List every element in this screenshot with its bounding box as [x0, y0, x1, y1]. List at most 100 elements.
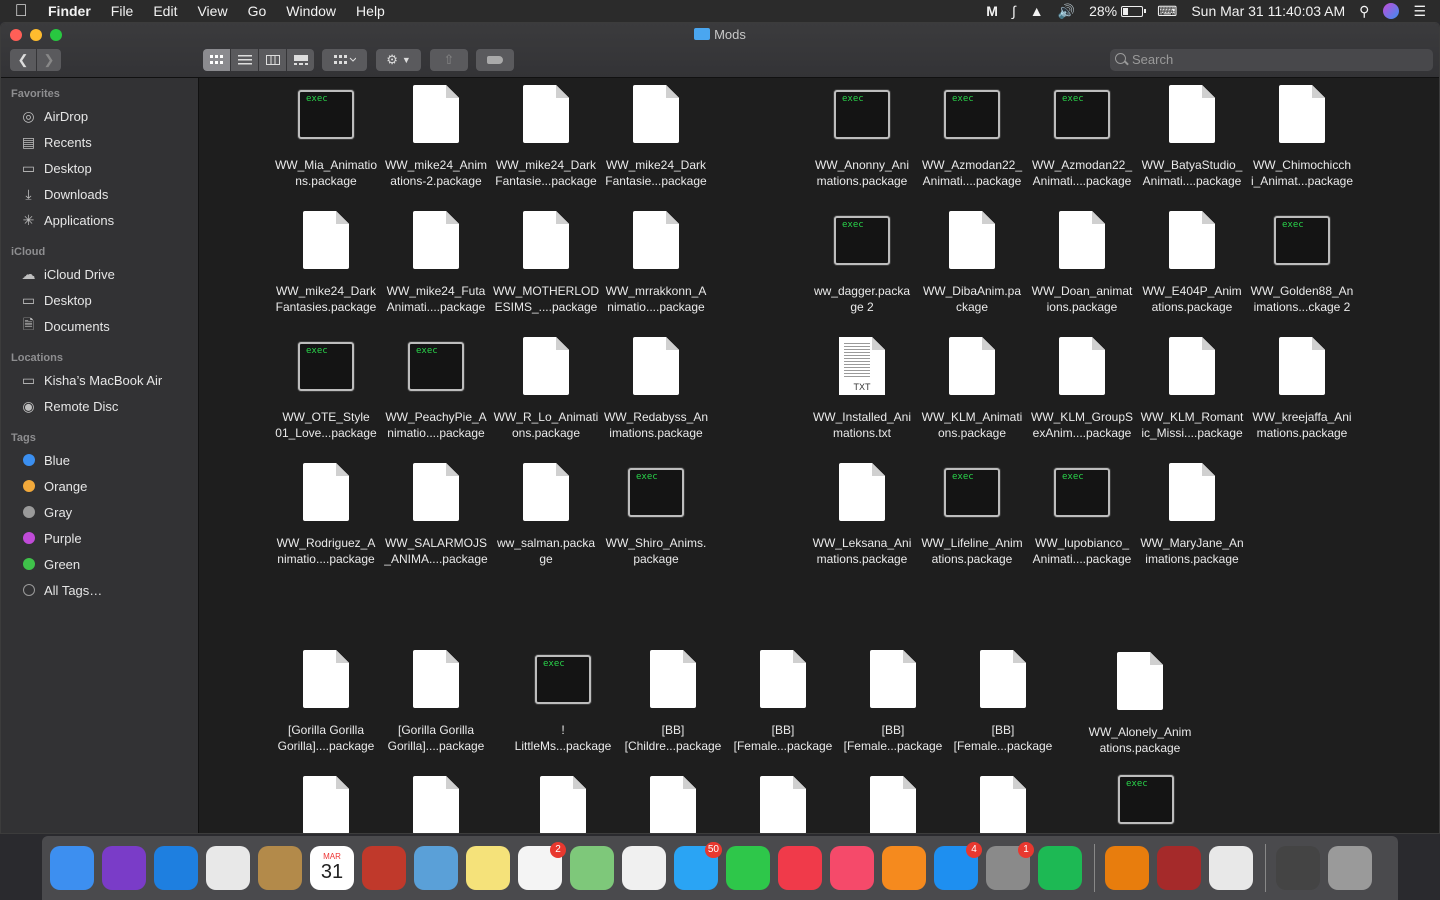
action-menu-button[interactable]: ⚙ ▼	[376, 49, 421, 71]
contacts-icon[interactable]	[258, 846, 302, 890]
file-item[interactable]: WW_Redabyss_An imations.package	[601, 337, 711, 441]
file-item[interactable]: WW_mike24_Dark Fantasie...package	[601, 85, 711, 189]
file-item[interactable]: WW_DibaAnim.pa ckage	[917, 211, 1027, 315]
file-item[interactable]: WW_mike24_Futa Animati....package	[381, 211, 491, 315]
bluetooth-icon[interactable]: ∫	[1012, 3, 1016, 19]
file-item[interactable]	[271, 776, 381, 833]
file-item[interactable]: WW_BatyaStudio_ Animati....package	[1137, 85, 1247, 189]
file-item[interactable]: WW_KLM_Romant ic_Missi....package	[1137, 337, 1247, 441]
file-item[interactable]: WW_mike24_Dark Fantasie...package	[491, 85, 601, 189]
file-item[interactable]	[508, 776, 618, 833]
menu-help[interactable]: Help	[346, 0, 395, 22]
file-item[interactable]: WW_R_Lo_Animati ons.package	[491, 337, 601, 441]
search-field[interactable]: Search	[1110, 49, 1433, 71]
file-item[interactable]: exec WW_PeachyPie_A nimatio....package	[381, 337, 491, 441]
siri-icon[interactable]	[1383, 3, 1400, 19]
app-store-icon[interactable]: 4	[934, 842, 982, 890]
sidebar-tag-purple[interactable]: Purple	[1, 526, 199, 550]
file-item[interactable]: [BB] [Female...package	[838, 650, 948, 754]
menu-view[interactable]: View	[187, 0, 237, 22]
system-preferences-icon[interactable]: 1	[986, 842, 1034, 890]
sidebar-item-recents[interactable]: ▤ Recents	[1, 130, 199, 154]
file-item[interactable]: WW_mike24_Anim ations-2.package	[381, 85, 491, 189]
file-item[interactable]: WW_MaryJane_An imations.package	[1137, 463, 1247, 567]
messages-icon[interactable]: 50	[674, 842, 722, 890]
file-item[interactable]: exec WW_Anonny_Ani mations.package	[807, 85, 917, 189]
siri-icon[interactable]	[102, 846, 146, 890]
spotify-icon[interactable]	[1038, 846, 1082, 890]
file-item[interactable]: WW_kreejaffa_Ani mations.package	[1247, 337, 1357, 441]
file-item[interactable]: WW_KLM_Animati ons.package	[917, 337, 1027, 441]
file-item[interactable]: WW_SALARMOJS _ANIMA....package	[381, 463, 491, 567]
file-item[interactable]: [BB] [Childre...package	[618, 650, 728, 754]
forward-button[interactable]: ❯	[37, 49, 61, 71]
chrome-icon[interactable]	[206, 846, 250, 890]
list-view-button[interactable]	[231, 49, 258, 71]
sidebar-tag-gray[interactable]: Gray	[1, 500, 199, 524]
file-item[interactable]	[838, 776, 948, 833]
sidebar-item-desktop[interactable]: ▭ Desktop	[1, 156, 199, 180]
file-item[interactable]: exec	[1091, 770, 1201, 830]
finder-icon[interactable]	[50, 846, 94, 890]
sidebar-item-downloads[interactable]: ⤓ Downloads	[1, 182, 199, 206]
malwarebytes-icon[interactable]: M	[986, 3, 998, 19]
reminders-icon[interactable]: 2	[518, 842, 566, 890]
safari-icon[interactable]	[154, 846, 198, 890]
maps-icon[interactable]	[570, 846, 614, 890]
sidebar-tag-green[interactable]: Green	[1, 552, 199, 576]
books-icon[interactable]	[882, 846, 926, 890]
facetime-icon[interactable]	[726, 846, 770, 890]
sidebar-item-applications[interactable]: ✳ Applications	[1, 208, 199, 232]
file-item[interactable]: [Gorilla Gorilla Gorilla]....package	[271, 650, 381, 754]
file-item[interactable]: exec WW_lupobianco_ Animati....package	[1027, 463, 1137, 567]
file-item[interactable]: TXT WW_Installed_Ani mations.txt	[807, 337, 917, 441]
notification-center-icon[interactable]: ☰	[1413, 3, 1426, 20]
sidebar-item-airdrop[interactable]: ◎ AirDrop	[1, 104, 199, 128]
file-item[interactable]: exec WW_Azmodan22_ Animati....package	[1027, 85, 1137, 189]
photo-booth-icon[interactable]	[362, 846, 406, 890]
file-item[interactable]: WW_mrrakkonn_A nimatio....package	[601, 211, 711, 315]
sidebar-item-documents[interactable]: 🗎 Documents	[1, 314, 199, 338]
file-item[interactable]	[948, 776, 1058, 833]
file-item[interactable]: WW_MOTHERLOD ESIMS_....package	[491, 211, 601, 315]
menu-app-name[interactable]: Finder	[42, 0, 101, 22]
news-icon[interactable]	[778, 846, 822, 890]
file-item[interactable]: [Gorilla Gorilla Gorilla]....package	[381, 650, 491, 754]
spotlight-icon[interactable]: ⚲	[1359, 3, 1369, 20]
volume-icon[interactable]: 🔊	[1058, 3, 1075, 20]
sidebar-item-remote-disc[interactable]: ◉ Remote Disc	[1, 394, 199, 418]
file-item[interactable]: WW_Doan_animat ions.package	[1027, 211, 1137, 315]
textedit-icon[interactable]	[1209, 846, 1253, 890]
file-item[interactable]: WW_Chimochicch i_Animat...package	[1247, 85, 1357, 189]
gallery-view-button[interactable]	[287, 49, 314, 71]
file-item[interactable]: WW_KLM_GroupS exAnim....package	[1027, 337, 1137, 441]
icon-view-button[interactable]	[203, 49, 230, 71]
dictionary-icon[interactable]	[1157, 846, 1201, 890]
file-item[interactable]	[381, 776, 491, 833]
blender-icon[interactable]	[1105, 846, 1149, 890]
file-item[interactable]: WW_Rodriguez_A nimatio....package	[271, 463, 381, 567]
sidebar-item-icloud-drive[interactable]: ☁ iCloud Drive	[1, 262, 199, 286]
wifi-icon[interactable]: ▲	[1030, 3, 1044, 19]
sidebar-tag-orange[interactable]: Orange	[1, 474, 199, 498]
sidebar-item-icloud-desktop[interactable]: ▭ Desktop	[1, 288, 199, 312]
menu-file[interactable]: File	[101, 0, 144, 22]
menu-edit[interactable]: Edit	[143, 0, 187, 22]
preview-icon[interactable]	[414, 846, 458, 890]
file-item[interactable]: [BB] [Female...package	[948, 650, 1058, 754]
file-item[interactable]: WW_E404P_Anim ations.package	[1137, 211, 1247, 315]
clock[interactable]: Sun Mar 31 11:40:03 AM	[1191, 3, 1345, 19]
file-item[interactable]: [BB] [Female...package	[728, 650, 838, 754]
tag-button[interactable]	[476, 49, 514, 71]
file-item[interactable]	[728, 776, 838, 833]
share-button[interactable]: ⇧	[430, 49, 468, 71]
file-item[interactable]: exec ! LittleMs...package	[508, 650, 618, 754]
battery-icon[interactable]	[1121, 5, 1147, 17]
file-item[interactable]: WW_Leksana_Ani mations.package	[807, 463, 917, 567]
file-item[interactable]: ww_salman.packa ge	[491, 463, 601, 567]
column-view-button[interactable]	[259, 49, 286, 71]
battery-percent[interactable]: 28%	[1089, 3, 1117, 19]
downloads-stack-icon[interactable]	[1276, 846, 1320, 890]
file-item[interactable]: WW_Alonely_Anim ations.package	[1085, 652, 1195, 756]
photos-icon[interactable]	[622, 846, 666, 890]
